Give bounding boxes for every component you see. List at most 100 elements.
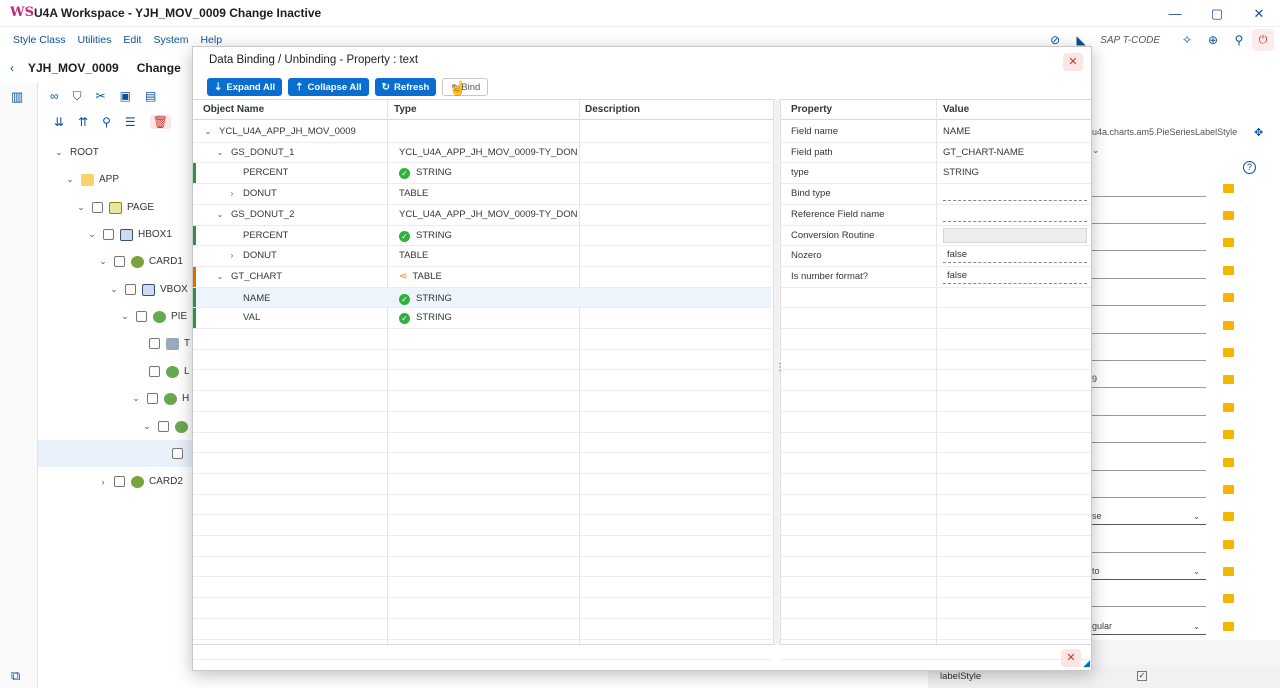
label-style-checkbox[interactable]: ✓ <box>1137 671 1147 681</box>
property-value-input[interactable]: false <box>943 248 1087 263</box>
tcode-label[interactable]: SAP T-CODE <box>1100 35 1160 46</box>
attribute-dropdown[interactable]: se ⌄ <box>1092 508 1206 525</box>
footer-close-button[interactable]: ✕ <box>1061 649 1081 667</box>
checkbox[interactable] <box>158 421 169 432</box>
chevron-down-icon[interactable]: ⌄ <box>109 284 119 295</box>
tree-row[interactable]: ⌄ HBOX1 <box>87 221 172 248</box>
checkbox[interactable] <box>92 202 103 213</box>
attribute-input[interactable] <box>1092 207 1206 224</box>
folder-icon[interactable] <box>1223 293 1234 302</box>
tools-icon[interactable]: ✂ <box>96 89 106 103</box>
close-window-button[interactable]: ✕ <box>1238 0 1280 27</box>
checkbox[interactable] <box>149 338 160 349</box>
object-table-row[interactable]: PERCENT ✓ STRING <box>193 225 771 246</box>
chevron-down-icon[interactable]: ⌄ <box>203 121 213 142</box>
collapse-all-button[interactable]: ⇡ Collapse All <box>288 78 369 96</box>
chevron-down-icon[interactable]: ⌄ <box>98 256 108 267</box>
folder-icon[interactable] <box>1223 238 1234 247</box>
search-icon[interactable]: ⚲ <box>1226 33 1252 47</box>
tree-row[interactable]: ⌄ PIE <box>120 303 187 330</box>
shield-icon[interactable]: ⛉ <box>73 89 82 104</box>
folder-icon[interactable] <box>1223 321 1234 330</box>
object-table-row[interactable]: ⌄ GS_DONUT_1 YCL_U4A_APP_JH_MOV_0009-TY_DO… <box>193 142 771 163</box>
help-icon[interactable]: ? <box>1243 161 1256 174</box>
settings-icon[interactable]: ✥ <box>1254 126 1263 139</box>
attribute-dropdown[interactable]: gular ⌄ <box>1092 618 1206 635</box>
tree-row[interactable]: › CARD2 <box>98 468 183 495</box>
folder-icon[interactable] <box>1223 567 1234 576</box>
expand-all-icon[interactable]: ⇊ <box>54 115 64 129</box>
chevron-down-icon[interactable]: ⌄ <box>54 147 64 158</box>
folder-icon[interactable] <box>1223 348 1234 357</box>
eraser-icon[interactable]: ◣ <box>1068 33 1094 47</box>
checkbox[interactable] <box>149 366 160 377</box>
hide-icon[interactable]: ⊘ <box>1042 33 1068 47</box>
folder-icon[interactable] <box>1223 622 1234 631</box>
tree-row[interactable]: ⌄ VBOX <box>109 276 188 303</box>
chevron-down-icon[interactable]: ⌄ <box>142 421 152 432</box>
folder-icon[interactable] <box>1223 485 1234 494</box>
attribute-input[interactable] <box>1092 481 1206 498</box>
chevron-right-icon[interactable]: › <box>227 183 237 204</box>
column-property[interactable]: Property <box>781 100 832 120</box>
property-value-input[interactable]: false <box>943 269 1087 284</box>
object-table-row[interactable]: › DONUT TABLE <box>193 245 771 266</box>
folder-icon[interactable] <box>1223 594 1234 603</box>
refresh-button[interactable]: ↻ Refresh <box>374 78 437 96</box>
checkbox[interactable] <box>103 229 114 240</box>
checkbox[interactable] <box>114 256 125 267</box>
maximize-button[interactable]: ▢ <box>1196 0 1238 27</box>
object-table-row[interactable]: › DONUT TABLE <box>193 183 771 204</box>
chevron-down-icon[interactable]: ⌄ <box>131 393 141 404</box>
back-icon[interactable]: ‹ <box>10 61 14 75</box>
attribute-input[interactable] <box>1092 536 1206 553</box>
save-icon[interactable]: ▣ <box>120 89 131 103</box>
menu-edit[interactable]: Edit <box>123 34 141 46</box>
tree-row[interactable]: ⌄ ROOT <box>54 139 99 166</box>
zoom-in-icon[interactable]: ⊕ <box>1200 33 1226 47</box>
attribute-input[interactable] <box>1092 590 1206 607</box>
menu-utilities[interactable]: Utilities <box>78 34 112 46</box>
chevron-down-icon[interactable]: ⌄ <box>215 142 225 163</box>
attribute-input[interactable] <box>1092 262 1206 279</box>
attribute-input[interactable]: 9 <box>1092 371 1206 388</box>
attribute-dropdown[interactable]: to ⌄ <box>1092 563 1206 580</box>
folder-icon[interactable] <box>1223 375 1234 384</box>
attribute-input[interactable] <box>1092 344 1206 361</box>
property-value-input[interactable] <box>943 186 1087 201</box>
menu-system[interactable]: System <box>153 34 188 46</box>
folder-icon[interactable] <box>1223 430 1234 439</box>
tree-row[interactable]: ⌄ PAGE <box>76 194 154 221</box>
resize-handle-icon[interactable]: ◢ <box>1083 658 1090 669</box>
folder-icon[interactable] <box>1223 211 1234 220</box>
tree-row[interactable]: ⌄ <box>142 413 193 440</box>
checkbox[interactable] <box>136 311 147 322</box>
attribute-input[interactable] <box>1092 289 1206 306</box>
chevron-right-icon[interactable]: › <box>227 245 237 266</box>
glasses-icon[interactable]: ∞ <box>50 89 59 103</box>
property-value-input[interactable] <box>943 207 1087 222</box>
column-value[interactable]: Value <box>933 100 969 120</box>
delete-icon[interactable]: 🗑 <box>149 115 171 129</box>
tree-search-icon[interactable]: ⚲ <box>102 115 111 129</box>
pin-icon[interactable]: ✧ <box>1174 33 1200 47</box>
tree-row[interactable]: T <box>143 330 190 357</box>
folder-icon[interactable] <box>1223 540 1234 549</box>
collapse-all-icon[interactable]: ⇈ <box>78 115 88 129</box>
attribute-input[interactable] <box>1092 426 1206 443</box>
tree-row[interactable]: L <box>143 358 190 385</box>
chevron-down-icon[interactable]: ⌄ <box>1092 145 1100 156</box>
copy-icon[interactable]: ⧉ <box>11 668 20 684</box>
minimize-button[interactable]: — <box>1154 0 1196 27</box>
attribute-input[interactable] <box>1092 399 1206 416</box>
folder-icon[interactable] <box>1223 403 1234 412</box>
attribute-input[interactable] <box>1092 180 1206 197</box>
object-table-row[interactable]: PERCENT ✓ STRING <box>193 162 771 183</box>
power-off-button[interactable]: ⏻ <box>1252 29 1274 51</box>
chevron-down-icon[interactable]: ⌄ <box>120 311 130 322</box>
menu-help[interactable]: Help <box>200 34 222 46</box>
folder-icon[interactable] <box>1223 512 1234 521</box>
pane-splitter[interactable]: ⋮ <box>773 99 785 645</box>
tree-row[interactable]: ⌄ CARD1 <box>98 248 183 275</box>
column-object-name[interactable]: Object Name <box>193 100 264 120</box>
